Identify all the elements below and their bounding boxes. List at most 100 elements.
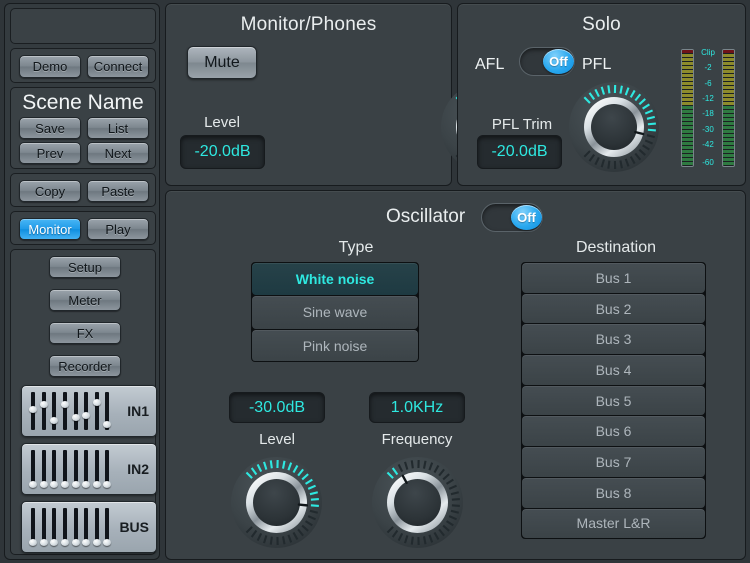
meter-segment — [723, 50, 734, 53]
meter-button[interactable]: Meter — [49, 289, 121, 311]
clipboard-group: Copy Paste — [10, 173, 156, 207]
meter-segment — [682, 62, 693, 65]
oscillator-type-item-1[interactable]: White noise — [252, 263, 418, 296]
demo-button[interactable]: Demo — [19, 55, 81, 78]
meter-segment — [723, 134, 734, 137]
meter-segment — [682, 78, 693, 81]
connection-group: Demo Connect — [10, 48, 156, 83]
fader-track — [52, 392, 57, 430]
fader-thumb — [39, 401, 48, 409]
monitor-mute-button[interactable]: Mute — [187, 46, 257, 79]
fader-bank-in1[interactable]: IN1 — [21, 385, 157, 437]
oscillator-level-readout[interactable]: -30.0dB — [229, 392, 325, 423]
meter-segment — [723, 90, 734, 93]
oscillator-frequency-caption: Frequency — [381, 431, 453, 448]
oscillator-panel: Oscillator Off Type White noise Sine wave… — [165, 190, 746, 560]
next-button[interactable]: Next — [87, 142, 149, 164]
oscillator-destination-item-7[interactable]: Bus 7 — [522, 447, 705, 477]
oscillator-destination-item-2[interactable]: Bus 2 — [522, 293, 705, 324]
oscillator-toggle-knob[interactable]: Off — [511, 205, 542, 230]
oscillator-destination-item-9[interactable]: Master L&R — [522, 508, 705, 538]
meter-segment — [723, 82, 734, 85]
oscillator-type-item-2[interactable]: Sine wave — [252, 296, 418, 329]
fader-bank-in1-faders — [29, 392, 114, 430]
meter-segment — [723, 98, 734, 101]
meter-segment — [682, 98, 693, 101]
meter-segment — [723, 122, 734, 125]
list-button[interactable]: List — [87, 117, 149, 139]
solo-pfl-trim-readout[interactable]: -20.0dB — [477, 135, 562, 169]
transport-group: Monitor Play — [10, 211, 156, 245]
fader-bank-in1-label: IN1 — [127, 403, 149, 419]
solo-pfl-label: PFL — [582, 56, 612, 73]
solo-toggle-knob[interactable]: Off — [543, 49, 574, 74]
meter-scale-label: -6 — [704, 78, 712, 88]
oscillator-frequency-readout[interactable]: 1.0KHz — [369, 392, 465, 423]
fader-thumb — [103, 481, 112, 488]
meter-segment — [723, 74, 734, 77]
meter-segment — [682, 162, 693, 165]
play-button[interactable]: Play — [87, 218, 149, 240]
fader-track — [41, 392, 46, 430]
meter-scale-label: Clip — [701, 48, 715, 57]
meter-scale-label: -18 — [702, 109, 714, 119]
oscillator-destination-item-3[interactable]: Bus 3 — [522, 324, 705, 355]
fader-bank-in2[interactable]: IN2 — [21, 443, 157, 495]
fader-bank-bus-label: BUS — [119, 519, 149, 535]
meter-segment — [682, 158, 693, 161]
fader-thumb — [82, 539, 91, 546]
oscillator-destination-list[interactable]: Bus 1 Bus 2 Bus 3 Bus 4 Bus 5 Bus 6 Bus 7 Bus 8… — [521, 262, 706, 539]
meter-segment — [682, 106, 693, 109]
fader-bank-in2-faders — [29, 450, 114, 488]
oscillator-level-knob[interactable] — [230, 456, 323, 549]
meter-segment — [723, 130, 734, 133]
save-button[interactable]: Save — [19, 117, 81, 139]
meter-bar-right — [722, 49, 735, 167]
solo-pfl-trim-knob[interactable] — [568, 81, 660, 173]
fx-button[interactable]: FX — [49, 322, 121, 344]
oscillator-toggle[interactable]: Off — [481, 203, 543, 232]
meter-segment — [723, 162, 734, 165]
oscillator-destination-item-6[interactable]: Bus 6 — [522, 416, 705, 447]
connect-button[interactable]: Connect — [87, 55, 149, 78]
nav-group: Setup Meter FX Recorder IN1 IN2 BUS — [10, 249, 157, 555]
meter-segment — [682, 130, 693, 133]
oscillator-level-caption: Level — [259, 431, 295, 448]
meter-segment — [723, 138, 734, 141]
copy-button[interactable]: Copy — [19, 180, 81, 202]
sidebar: Demo Connect Scene Name Save List Prev N… — [4, 3, 160, 560]
setup-button[interactable]: Setup — [49, 256, 121, 278]
meter-segment — [682, 118, 693, 121]
meter-segment — [682, 110, 693, 113]
oscillator-destination-item-5[interactable]: Bus 5 — [522, 385, 705, 416]
meter-segment — [723, 146, 734, 149]
oscillator-type-item-3[interactable]: Pink noise — [252, 329, 418, 361]
oscillator-type-list[interactable]: White noise Sine wave Pink noise — [251, 262, 419, 362]
meter-segment — [682, 54, 693, 57]
fader-bank-bus[interactable]: BUS — [21, 501, 157, 553]
paste-button[interactable]: Paste — [87, 180, 149, 202]
fader-thumb — [92, 399, 101, 407]
meter-segment — [723, 58, 734, 61]
oscillator-destination-item-1[interactable]: Bus 1 — [522, 263, 705, 293]
monitor-level-readout[interactable]: -20.0dB — [180, 135, 265, 169]
monitor-phones-panel: Monitor/Phones Mute Level -20.0dB Clip-2… — [165, 3, 608, 186]
oscillator-destination-item-8[interactable]: Bus 8 — [522, 477, 705, 508]
prev-button[interactable]: Prev — [19, 142, 81, 164]
meter-segment — [682, 122, 693, 125]
meter-segment — [723, 70, 734, 73]
recorder-button[interactable]: Recorder — [49, 355, 121, 377]
solo-afl-pfl-toggle[interactable]: Off — [519, 47, 575, 76]
meter-segment — [723, 154, 734, 157]
meter-segment — [723, 54, 734, 57]
oscillator-destination-item-4[interactable]: Bus 4 — [522, 355, 705, 385]
fader-thumb — [92, 481, 101, 488]
fader-track — [94, 392, 99, 430]
oscillator-frequency-knob[interactable] — [371, 456, 464, 549]
oscillator-title: Oscillator — [386, 206, 466, 227]
fader-thumb — [29, 539, 37, 546]
monitor-button[interactable]: Monitor — [19, 218, 81, 240]
meter-segment — [682, 50, 693, 53]
fader-bank-bus-faders — [29, 508, 114, 546]
fader-thumb — [60, 539, 69, 546]
